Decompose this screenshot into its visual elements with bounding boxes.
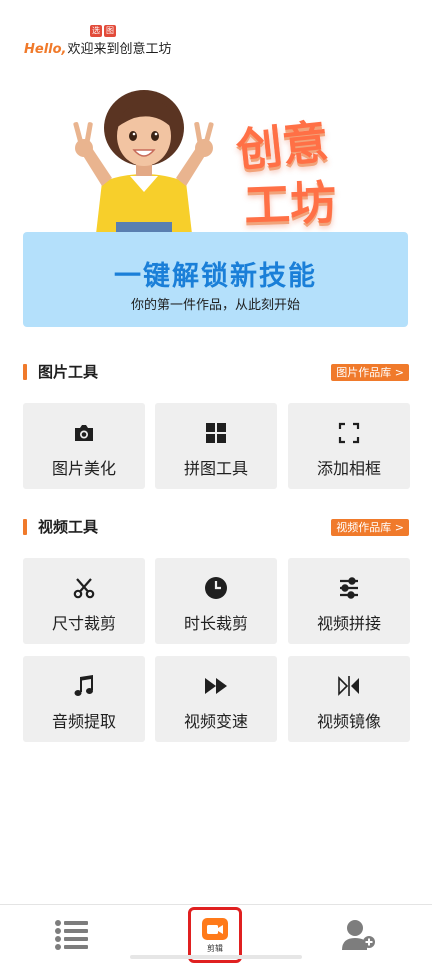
- tool-label: 视频镜像: [316, 712, 381, 731]
- banner-subtitle: 你的第一件作品，从此刻开始: [130, 298, 300, 313]
- app-logo: 选图: [90, 18, 118, 37]
- user-add-icon[interactable]: [342, 919, 376, 951]
- banner-title: 一键解锁新技能: [114, 261, 317, 292]
- tool-card-audio-extract[interactable]: 音频提取: [23, 656, 145, 742]
- tool-card-collage[interactable]: 拼图工具: [155, 403, 277, 489]
- tool-label: 视频拼接: [316, 614, 381, 633]
- hello-text: Hello,: [24, 42, 67, 57]
- image-tools-header: 图片工具 图片作品库 >: [23, 362, 409, 382]
- tool-card-image-beautify[interactable]: 图片美化: [23, 403, 145, 489]
- section-title: 视频工具: [38, 518, 99, 536]
- hero-banner: 创意 工坊: [0, 82, 432, 234]
- section-accent-bar: [23, 364, 27, 380]
- tool-label: 拼图工具: [183, 459, 248, 478]
- hero-title-line2: 工坊: [243, 175, 338, 233]
- welcome-text: 欢迎来到创意工坊: [67, 42, 172, 57]
- mirror-icon: [338, 676, 359, 696]
- camera-icon: [75, 425, 93, 441]
- video-gallery-link[interactable]: 视频作品库 >: [331, 519, 409, 536]
- tool-card-video-speed[interactable]: 视频变速: [155, 656, 277, 742]
- tool-card-video-merge[interactable]: 视频拼接: [288, 558, 410, 644]
- logo-char-2: 图: [104, 25, 116, 37]
- frame-corners-icon: [338, 422, 360, 444]
- sliders-icon: [340, 577, 358, 599]
- logo-char-1: 选: [90, 25, 102, 37]
- tool-card-duration-trim[interactable]: 时长裁剪: [155, 558, 277, 644]
- tool-label: 音频提取: [51, 712, 116, 731]
- nav-edit-label: 剪辑: [207, 944, 223, 953]
- image-gallery-link[interactable]: 图片作品库 >: [331, 364, 409, 381]
- tool-label: 图片美化: [51, 459, 116, 478]
- tool-label: 添加相框: [316, 459, 381, 478]
- tool-label: 视频变速: [183, 712, 248, 731]
- grid-icon: [206, 423, 226, 443]
- tool-card-size-crop[interactable]: 尺寸裁剪: [23, 558, 145, 644]
- home-indicator: [130, 955, 302, 959]
- tool-label: 尺寸裁剪: [51, 614, 116, 633]
- music-note-icon: [74, 675, 93, 696]
- greeting: Hello,欢迎来到创意工坊: [24, 38, 172, 57]
- video-tools-header: 视频工具 视频作品库 >: [23, 517, 409, 537]
- fast-forward-icon: [205, 678, 227, 694]
- clock-icon: [205, 577, 227, 599]
- section-title: 图片工具: [38, 363, 99, 381]
- promo-banner[interactable]: 一键解锁新技能 你的第一件作品，从此刻开始: [23, 232, 408, 327]
- girl-illustration: [73, 90, 214, 234]
- scissors-icon: [73, 578, 95, 599]
- hero-title-art: 创意 工坊: [232, 104, 372, 232]
- app-header: 选图 Hello,欢迎来到创意工坊: [24, 16, 224, 60]
- video-camera-icon: [202, 918, 228, 940]
- tool-label: 时长裁剪: [183, 614, 248, 633]
- list-icon[interactable]: [54, 919, 90, 951]
- tool-card-video-mirror[interactable]: 视频镜像: [288, 656, 410, 742]
- tool-card-add-frame[interactable]: 添加相框: [288, 403, 410, 489]
- section-accent-bar: [23, 519, 27, 535]
